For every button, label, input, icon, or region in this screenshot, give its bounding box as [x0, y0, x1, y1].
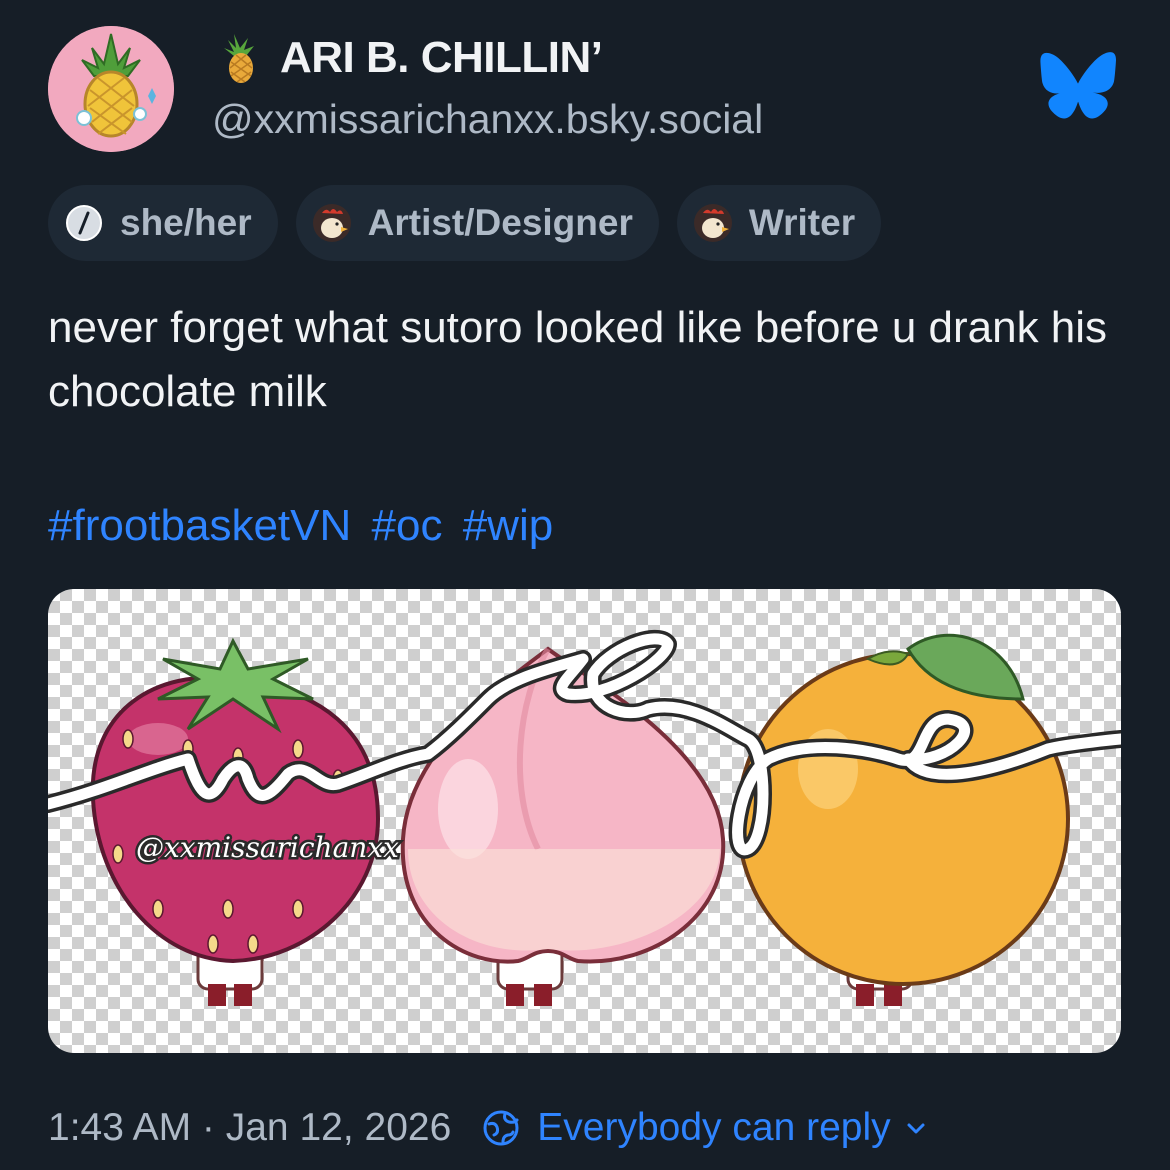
profile-badges: she/her Artist/Designer Writer	[48, 185, 882, 261]
watermark-text: @xxmissarichanxx	[136, 831, 399, 864]
post-text: never forget what sutoro looked like bef…	[48, 303, 1108, 416]
avatar[interactable]	[48, 26, 174, 152]
hashtag-link[interactable]: #wip	[463, 501, 554, 550]
badge-artist-designer[interactable]: Artist/Designer	[295, 185, 659, 261]
hashtag-link[interactable]: #oc	[372, 501, 443, 550]
badge-label: Artist/Designer	[367, 202, 633, 243]
post-image[interactable]: @xxmissarichanxx	[48, 589, 1121, 1053]
fruit-characters-artwork: @xxmissarichanxx	[48, 629, 1121, 1006]
pronoun-icon	[66, 205, 102, 241]
pineapple-icon	[224, 34, 254, 83]
globe-icon	[483, 1110, 519, 1146]
badge-label: Writer	[748, 202, 856, 243]
post-footer: 1:43 AM · Jan 12, 2026 Everybody can rep…	[48, 1098, 927, 1158]
rooster-icon	[693, 204, 732, 242]
rooster-icon	[312, 204, 351, 242]
strawberry-character	[90, 637, 381, 964]
reply-setting-label: Everybody can reply	[537, 1106, 891, 1149]
author-name-row[interactable]: ARI B. CHILLIN’	[212, 30, 603, 86]
badge-pronouns[interactable]: she/her	[48, 185, 278, 261]
badge-label: she/her	[120, 202, 252, 243]
chevron-down-icon	[907, 1123, 925, 1134]
badge-writer[interactable]: Writer	[676, 185, 882, 261]
reply-setting-button[interactable]: Everybody can reply	[481, 1106, 926, 1150]
post-hashtags: #frootbasketVN #oc #wip	[48, 496, 561, 556]
pineapple-avatar-image	[48, 26, 174, 152]
post-timestamp[interactable]: 1:43 AM · Jan 12, 2026	[48, 1106, 451, 1150]
bluesky-butterfly-icon	[1040, 52, 1116, 119]
author-handle[interactable]: @xxmissarichanxx.bsky.social	[212, 96, 763, 143]
hashtag-link[interactable]: #frootbasketVN	[48, 501, 351, 550]
display-name[interactable]: ARI B. CHILLIN’	[280, 33, 603, 83]
orange-character	[736, 633, 1070, 986]
